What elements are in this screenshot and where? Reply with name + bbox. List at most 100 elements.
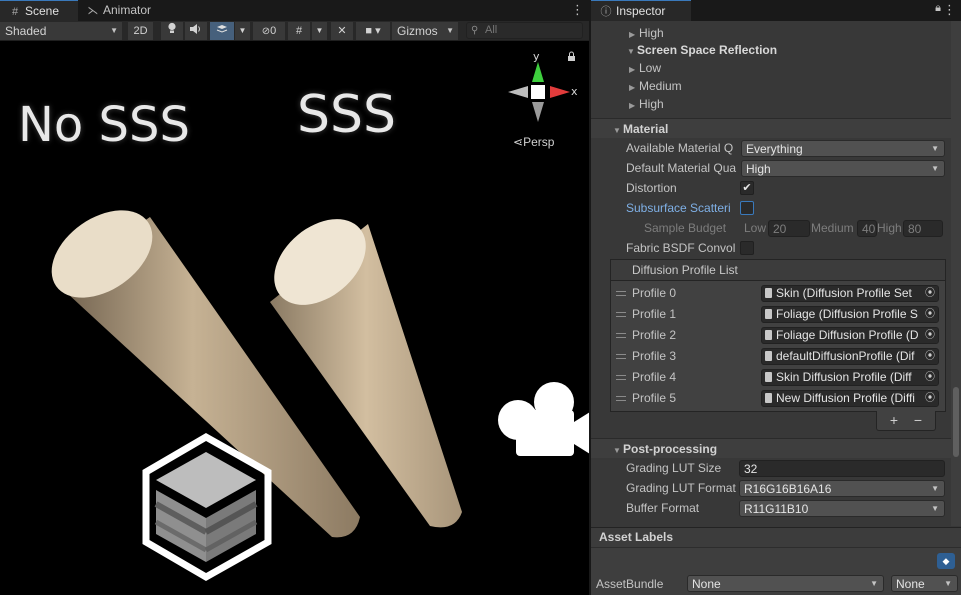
inspector-menu-icon[interactable]: ⋮ [943, 2, 956, 18]
object-picker-icon[interactable]: ⦿ [922, 370, 938, 385]
perspective-icon: ⋖ [513, 135, 524, 149]
drag-handle-icon[interactable] [616, 396, 626, 401]
object-picker-icon[interactable]: ⦿ [922, 286, 938, 301]
list-item[interactable]: Profile 4 Skin Diffusion Profile (Diff ⦿ [611, 367, 945, 388]
chevron-down-icon: ▼ [931, 504, 939, 513]
tools-icon[interactable]: ✕ [331, 22, 353, 40]
lock-icon[interactable] [568, 51, 575, 61]
grid-toggle-icon[interactable]: # [288, 22, 310, 40]
cube-gizmo-icon [142, 432, 272, 582]
asset-bundle-dropdown[interactable]: None ▼ [687, 575, 884, 592]
tab-inspector[interactable]: ⓘ Inspector [591, 0, 691, 21]
profile-object-field[interactable]: defaultDiffusionProfile (Dif ⦿ [761, 348, 939, 365]
profile-object-field[interactable]: Skin Diffusion Profile (Diff ⦿ [761, 369, 939, 386]
camera-settings-icon[interactable]: ■ ▾ [356, 22, 390, 40]
default-material-quality-dropdown[interactable]: High ▼ [741, 160, 945, 177]
budget-medium-input[interactable]: 40 [857, 220, 877, 237]
axis-x-label: x [571, 85, 578, 98]
tree-row-screen-space-reflection[interactable]: ▼ Screen Space Reflection [591, 40, 952, 60]
chevron-down-icon: ▼ [931, 164, 939, 173]
drag-handle-icon[interactable] [616, 291, 626, 296]
object-picker-icon[interactable]: ⦿ [922, 307, 938, 322]
chevron-down-icon: ▼ [944, 579, 952, 588]
distortion-label: Distortion [626, 181, 677, 195]
fabric-bsdf-checkbox[interactable] [740, 241, 754, 255]
list-item[interactable]: Profile 5 New Diffusion Profile (Diffi ⦿ [611, 388, 945, 409]
inspector-lock-icon[interactable]: 🔒︎ [935, 2, 941, 15]
distortion-checkbox[interactable]: ✔ [740, 181, 754, 195]
chevron-down-icon: ▼ [931, 144, 939, 153]
lighting-toggle-icon[interactable] [161, 22, 183, 40]
object-picker-icon[interactable]: ⦿ [922, 349, 938, 364]
budget-low-input[interactable]: 20 [768, 220, 810, 237]
object-picker-icon[interactable]: ⦿ [922, 328, 938, 343]
asset-bundle-variant-dropdown[interactable]: None ▼ [891, 575, 958, 592]
tree-row-medium[interactable]: ▶ Medium [591, 76, 952, 96]
list-item[interactable]: Profile 1 Foliage (Diffusion Profile S ⦿ [611, 304, 945, 325]
list-item[interactable]: Profile 3 defaultDiffusionProfile (Dif ⦿ [611, 346, 945, 367]
animator-icon: ⋋ [87, 5, 99, 17]
grading-lut-format-dropdown[interactable]: R16G16B16A16 ▼ [739, 480, 945, 497]
object-picker-icon[interactable]: ⦿ [922, 391, 938, 406]
diffusion-profile-list: Diffusion Profile List Profile 0 Skin (Di… [610, 259, 946, 412]
chevron-down-icon: ▼ [110, 26, 118, 35]
audio-toggle-icon[interactable] [185, 22, 207, 40]
effects-toggle-icon[interactable] [210, 22, 234, 40]
info-icon: ⓘ [600, 6, 612, 18]
drag-handle-icon[interactable] [616, 333, 626, 338]
chevron-down-icon: ▼ [446, 26, 454, 35]
orientation-gizmo [508, 62, 570, 122]
label-sss: SSS [297, 85, 397, 145]
asset-labels-title: Asset Labels [591, 528, 961, 548]
hidden-objects-toggle[interactable]: ⊘0 [253, 22, 285, 40]
scene-search-input[interactable]: ⚲ All [466, 22, 583, 39]
subsurface-scattering-checkbox[interactable] [740, 201, 754, 215]
projection-toggle[interactable]: ⋖Persp [513, 135, 554, 149]
remove-item-button[interactable]: − [907, 411, 929, 429]
search-icon: ⚲ [471, 25, 479, 36]
gizmos-dropdown[interactable]: Gizmos ▼ [392, 22, 458, 40]
drag-handle-icon[interactable] [616, 354, 626, 359]
label-tag-icon[interactable]: ◆ [937, 553, 955, 569]
profile-object-field[interactable]: Skin (Diffusion Profile Set ⦿ [761, 285, 939, 302]
chevron-down-icon: ▼ [931, 484, 939, 493]
tree-row-high[interactable]: ▶ High [591, 94, 952, 114]
buffer-format-dropdown[interactable]: R11G11B10 ▼ [739, 500, 945, 517]
fabric-bsdf-label: Fabric BSDF Convol [626, 241, 736, 255]
list-item[interactable]: Profile 2 Foliage Diffusion Profile (D ⦿ [611, 325, 945, 346]
file-icon [765, 309, 772, 319]
subsurface-scattering-label: Subsurface Scatteri [626, 201, 731, 215]
scene-menu-icon[interactable]: ⋮ [571, 2, 584, 18]
section-post-processing[interactable]: ▼ Post-processing [591, 438, 952, 458]
scene-toolbar: Shaded ▼ 2D ▼ ⊘0 # ▼ ✕ ■ ▾ Gizmos ▼ ⚲ All [0, 21, 589, 41]
asset-labels-panel: Asset Labels ◆ AssetBundle None ▼ None ▼ [591, 527, 961, 595]
inspector-tab-bar: ⓘ Inspector 🔒︎ ⋮ [591, 0, 961, 21]
available-material-quality-dropdown[interactable]: Everything ▼ [741, 140, 945, 157]
file-icon [765, 372, 772, 382]
budget-medium-label: Medium [811, 221, 854, 235]
label-no-sss: No SSS [18, 97, 190, 153]
tree-row-low[interactable]: ▶ Low [591, 58, 952, 78]
profile-object-field[interactable]: Foliage (Diffusion Profile S ⦿ [761, 306, 939, 323]
tab-animator[interactable]: ⋋ Animator [78, 0, 164, 21]
shading-mode-dropdown[interactable]: Shaded ▼ [0, 22, 122, 40]
drag-handle-icon[interactable] [616, 312, 626, 317]
scrollbar-thumb[interactable] [953, 387, 959, 457]
budget-high-input[interactable]: 80 [903, 220, 943, 237]
profile-object-field[interactable]: Foliage Diffusion Profile (D ⦿ [761, 327, 939, 344]
tab-scene[interactable]: # Scene [0, 0, 78, 21]
list-item[interactable]: Profile 0 Skin (Diffusion Profile Set ⦿ [611, 283, 945, 304]
list-add-remove: + − [876, 411, 936, 431]
profile-object-field[interactable]: New Diffusion Profile (Diffi ⦿ [761, 390, 939, 407]
scene-tab-bar: # Scene ⋋ Animator ⋮ [0, 0, 589, 21]
drag-handle-icon[interactable] [616, 375, 626, 380]
file-icon [765, 330, 772, 340]
grading-lut-size-input[interactable]: 32 [739, 460, 945, 477]
add-item-button[interactable]: + [883, 411, 905, 429]
grid-dropdown-icon[interactable]: ▼ [312, 22, 327, 40]
inspector-scrollbar[interactable] [951, 21, 961, 526]
effects-dropdown-icon[interactable]: ▼ [235, 22, 250, 40]
toggle-2d-button[interactable]: 2D [128, 22, 153, 40]
section-material[interactable]: ▼ Material [591, 118, 952, 138]
scene-viewport[interactable]: y x No SSS SSS ⋖Persp [0, 42, 589, 595]
